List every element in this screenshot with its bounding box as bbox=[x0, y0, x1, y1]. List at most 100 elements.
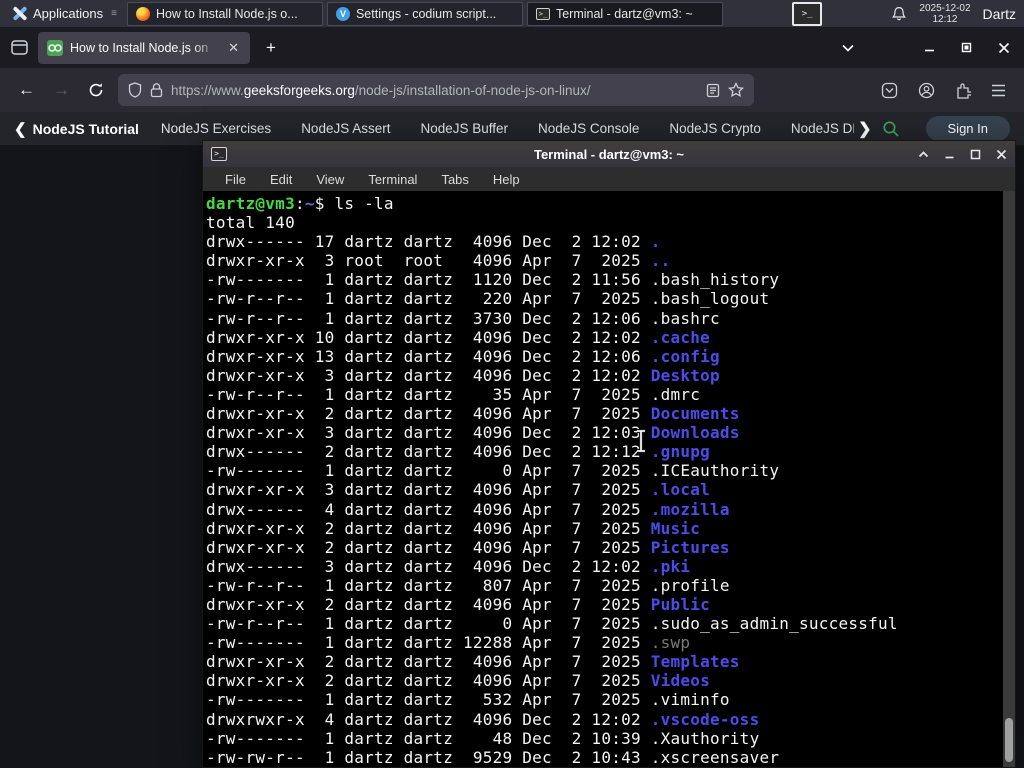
window-minimize-icon[interactable] bbox=[924, 42, 935, 53]
file-name: Pictures bbox=[650, 537, 730, 557]
terminal-menubar: File Edit View Terminal Tabs Help bbox=[203, 167, 1015, 191]
window-maximize-icon[interactable] bbox=[961, 42, 972, 53]
new-tab-button[interactable]: + bbox=[258, 38, 284, 58]
url-text: https://www.geeksforgeeks.org/node-js/in… bbox=[171, 83, 698, 98]
terminal-output-line: drwxr-xr-x 10 dartz dartz 4096 Dec 2 12:… bbox=[206, 327, 711, 347]
terminal-menu-edit[interactable]: Edit bbox=[258, 172, 304, 187]
file-name: .dmrc bbox=[650, 384, 701, 404]
file-name: Desktop bbox=[650, 365, 720, 385]
notification-bell-icon[interactable] bbox=[891, 6, 907, 22]
terminal-output-line: drwx------ 17 dartz dartz 4096 Dec 2 12:… bbox=[206, 232, 661, 252]
file-name: .pki bbox=[650, 556, 691, 576]
mouse-cursor-ibeam bbox=[637, 428, 645, 454]
sign-in-button[interactable]: Sign In bbox=[925, 116, 1010, 141]
extensions-icon[interactable] bbox=[955, 82, 971, 99]
window-close-icon[interactable] bbox=[998, 42, 1010, 54]
terminal-menu-tabs[interactable]: Tabs bbox=[429, 172, 480, 187]
taskbar-item-terminal[interactable]: >_ Terminal - dartz@vm3: ~ bbox=[526, 1, 723, 26]
terminal-scrollbar[interactable] bbox=[1003, 191, 1015, 767]
firefox-view-icon[interactable] bbox=[8, 38, 30, 58]
file-name: .cache bbox=[650, 327, 711, 347]
terminal-output-line: drwx------ 4 dartz dartz 4096 Apr 7 2025… bbox=[206, 499, 730, 519]
nav-item[interactable]: NodeJS Console bbox=[538, 121, 639, 136]
terminal-output-line: drwx------ 3 dartz dartz 4096 Dec 2 12:0… bbox=[206, 556, 691, 576]
nav-item[interactable]: NodeJS Assert bbox=[301, 121, 390, 136]
tracking-protection-shield-icon[interactable] bbox=[128, 82, 142, 98]
terminal-output-line: -rw-r--r-- 1 dartz dartz 35 Apr 7 2025 .… bbox=[206, 384, 701, 404]
file-name: .sudo_as_admin_successful bbox=[650, 614, 898, 634]
window-shade-icon[interactable] bbox=[918, 150, 929, 159]
terminal-menu-help[interactable]: Help bbox=[481, 172, 532, 187]
terminal-output-line: -rw------- 1 dartz dartz 48 Dec 2 10:39 … bbox=[206, 728, 760, 748]
terminal-output-line: -rw-r--r-- 1 dartz dartz 220 Apr 7 2025 … bbox=[206, 289, 770, 309]
file-name: . bbox=[650, 232, 661, 252]
terminal-output[interactable]: dartz@vm3:~$ ls -la total 140 drwx------ 1… bbox=[203, 191, 1003, 767]
tab-bar: How to Install Node.js on ✕ + bbox=[0, 27, 1024, 68]
firefox-icon bbox=[135, 6, 150, 21]
taskbar-item-label: Terminal - dartz@vm3: ~ bbox=[555, 6, 693, 21]
terminal-output-line: drwxr-xr-x 2 dartz dartz 4096 Apr 7 2025… bbox=[206, 671, 711, 691]
terminal-titlebar[interactable]: >_ Terminal - dartz@vm3: ~ bbox=[203, 141, 1015, 167]
file-name: .gnupg bbox=[650, 442, 711, 462]
window-maximize-icon[interactable] bbox=[970, 149, 981, 160]
scrollbar-thumb[interactable] bbox=[1005, 718, 1013, 762]
pocket-icon[interactable] bbox=[881, 82, 898, 99]
nav-item[interactable]: NodeJS Buffer bbox=[420, 121, 508, 136]
terminal-menu-view[interactable]: View bbox=[304, 172, 356, 187]
nav-items: NodeJS Exercises NodeJS Assert NodeJS Buff… bbox=[161, 121, 854, 136]
url-bar[interactable]: https://www.geeksforgeeks.org/node-js/in… bbox=[118, 74, 754, 106]
taskbar-item-vscodium[interactable]: V Settings - codium script... bbox=[326, 1, 523, 26]
panel-clock[interactable]: 2025-12-02 12:12 bbox=[919, 3, 970, 25]
terminal-output-line: drwxr-xr-x 2 dartz dartz 4096 Apr 7 2025… bbox=[206, 537, 730, 557]
back-icon[interactable]: ← bbox=[18, 80, 35, 100]
terminal-output-line: -rw------- 1 dartz dartz 1120 Dec 2 11:5… bbox=[206, 270, 780, 290]
search-icon[interactable] bbox=[882, 120, 900, 138]
lock-icon[interactable] bbox=[150, 82, 163, 98]
distro-logo-icon bbox=[12, 6, 28, 21]
terminal-menu-terminal[interactable]: Terminal bbox=[356, 172, 429, 187]
terminal-output-line: -rw-r--r-- 1 dartz dartz 3730 Dec 2 12:0… bbox=[206, 308, 720, 328]
bookmark-star-icon[interactable] bbox=[728, 82, 744, 98]
terminal-output-line: drwx------ 2 dartz dartz 4096 Dec 2 12:1… bbox=[206, 442, 711, 462]
list-all-tabs-icon[interactable] bbox=[842, 44, 854, 52]
browser-tab-active[interactable]: How to Install Node.js on ✕ bbox=[38, 31, 250, 64]
file-name: .local bbox=[650, 480, 711, 500]
account-icon[interactable] bbox=[918, 82, 935, 99]
window-minimize-icon[interactable] bbox=[944, 150, 955, 159]
nav-item[interactable]: NodeJS DNS bbox=[791, 121, 854, 136]
panel-user-menu[interactable]: Dartz bbox=[983, 6, 1016, 22]
terminal-menu-file[interactable]: File bbox=[213, 172, 258, 187]
nav-item[interactable]: NodeJS Crypto bbox=[669, 121, 761, 136]
file-name: Templates bbox=[650, 652, 740, 672]
terminal-output-line: -rw------- 1 dartz dartz 12288 Apr 7 202… bbox=[206, 633, 691, 653]
taskbar-item-label: Settings - codium script... bbox=[355, 6, 497, 21]
menu-lines-icon: ≡ bbox=[111, 8, 117, 19]
nav-item[interactable]: NodeJS Exercises bbox=[161, 121, 271, 136]
file-name: .vscode-oss bbox=[650, 709, 760, 729]
file-name: .xscreensaver bbox=[650, 747, 780, 767]
taskbar-item-firefox[interactable]: How to Install Node.js o... bbox=[126, 1, 323, 26]
desktop: Applications ≡ How to Install Node.js o.… bbox=[0, 0, 1024, 768]
terminal-output-line: drwxr-xr-x 13 dartz dartz 4096 Dec 2 12:… bbox=[206, 346, 720, 366]
terminal-output-line: total 140 bbox=[206, 213, 295, 233]
chevron-right-icon[interactable]: ❯ bbox=[858, 119, 871, 139]
reader-view-icon[interactable] bbox=[706, 83, 720, 98]
hamburger-menu-icon[interactable] bbox=[991, 84, 1006, 97]
terminal-output-line: drwxr-xr-x 2 dartz dartz 4096 Apr 7 2025… bbox=[206, 594, 711, 614]
file-name: .swp bbox=[650, 633, 691, 653]
nav-back-item[interactable]: ❮ NodeJS Tutorial bbox=[14, 120, 139, 138]
terminal-icon: >_ bbox=[211, 147, 227, 161]
terminal-output-line: dartz@vm3:~$ ls -la bbox=[206, 194, 394, 213]
file-name: Downloads bbox=[650, 423, 740, 443]
file-name: Documents bbox=[650, 404, 740, 424]
prompt-path: ~ bbox=[304, 194, 315, 213]
file-name: .profile bbox=[650, 575, 730, 595]
terminal-launcher-icon[interactable]: >_ bbox=[792, 1, 823, 26]
terminal-title: Terminal - dartz@vm3: ~ bbox=[533, 146, 685, 162]
reload-icon[interactable] bbox=[88, 82, 104, 98]
terminal-output-line: drwxrwxr-x 4 dartz dartz 4096 Dec 2 12:0… bbox=[206, 709, 760, 729]
tab-close-icon[interactable]: ✕ bbox=[226, 40, 241, 56]
applications-menu-button[interactable]: Applications ≡ bbox=[6, 0, 123, 27]
window-close-icon[interactable] bbox=[996, 149, 1007, 160]
file-name: .config bbox=[650, 346, 720, 366]
